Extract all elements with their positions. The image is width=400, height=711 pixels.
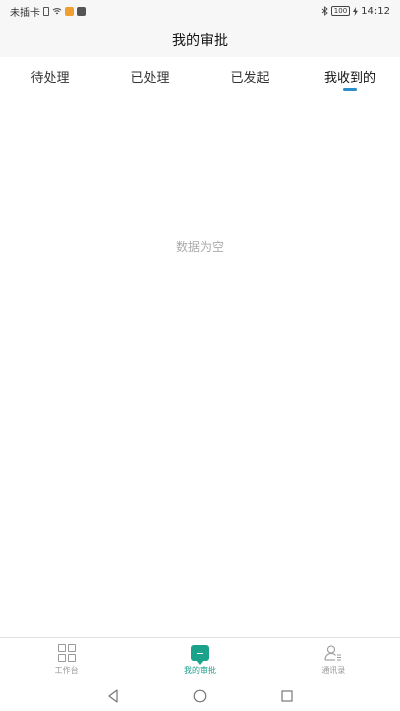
tab-initiated[interactable]: 已发起 bbox=[200, 57, 300, 95]
back-triangle-icon bbox=[108, 688, 118, 703]
recents-square-icon bbox=[281, 689, 293, 702]
tab-received[interactable]: 我收到的 bbox=[300, 57, 400, 95]
carrier-text: 未插卡 bbox=[10, 7, 40, 19]
nav-label: 工作台 bbox=[54, 665, 79, 675]
battery-icon: 100 bbox=[330, 6, 351, 16]
tab-label: 已发起 bbox=[230, 70, 270, 86]
wifi-icon bbox=[52, 8, 62, 15]
page-title: 我的审批 bbox=[172, 32, 228, 49]
empty-state-text: 数据为空 bbox=[175, 240, 224, 254]
status-left: 未插卡 bbox=[10, 4, 86, 19]
tab-label: 我收到的 bbox=[323, 70, 376, 86]
charging-icon bbox=[353, 6, 359, 16]
tab-label: 待处理 bbox=[30, 70, 70, 86]
status-right: 100 14:12 bbox=[321, 6, 390, 17]
home-circle-icon bbox=[193, 689, 207, 702]
app-header: 我的审批 bbox=[0, 22, 400, 57]
contacts-icon bbox=[323, 643, 343, 663]
app-notification-icon bbox=[65, 6, 74, 16]
home-button[interactable] bbox=[193, 689, 207, 703]
app-screen: 未插卡 100 14:12 我的审批 待处理 已处理 已发起 我收到的 数据为空… bbox=[0, 0, 400, 711]
tab-pending[interactable]: 待处理 bbox=[0, 57, 100, 95]
nav-item-workbench[interactable]: 工作台 bbox=[0, 638, 133, 680]
grid-icon bbox=[57, 643, 77, 663]
bluetooth-icon bbox=[321, 6, 328, 16]
tab-bar: 待处理 已处理 已发起 我收到的 bbox=[0, 57, 400, 95]
active-tab-indicator bbox=[343, 88, 357, 91]
bottom-nav: 工作台 我的审批 通讯录 bbox=[0, 637, 400, 680]
sim-icon bbox=[43, 6, 49, 16]
nav-label: 我的审批 bbox=[183, 665, 216, 675]
back-button[interactable] bbox=[106, 688, 120, 703]
status-bar: 未插卡 100 14:12 bbox=[0, 0, 400, 22]
nav-label: 通讯录 bbox=[321, 665, 346, 675]
tab-processed[interactable]: 已处理 bbox=[100, 57, 200, 95]
clock-text: 14:12 bbox=[361, 5, 390, 17]
nav-item-contacts[interactable]: 通讯录 bbox=[267, 638, 400, 680]
message-icon bbox=[190, 643, 210, 665]
tab-label: 已处理 bbox=[130, 70, 170, 86]
nav-item-my-approvals[interactable]: 我的审批 bbox=[133, 638, 266, 680]
recents-button[interactable] bbox=[280, 689, 294, 703]
app-notification-icon-2 bbox=[77, 6, 86, 16]
system-nav-bar bbox=[0, 680, 400, 711]
